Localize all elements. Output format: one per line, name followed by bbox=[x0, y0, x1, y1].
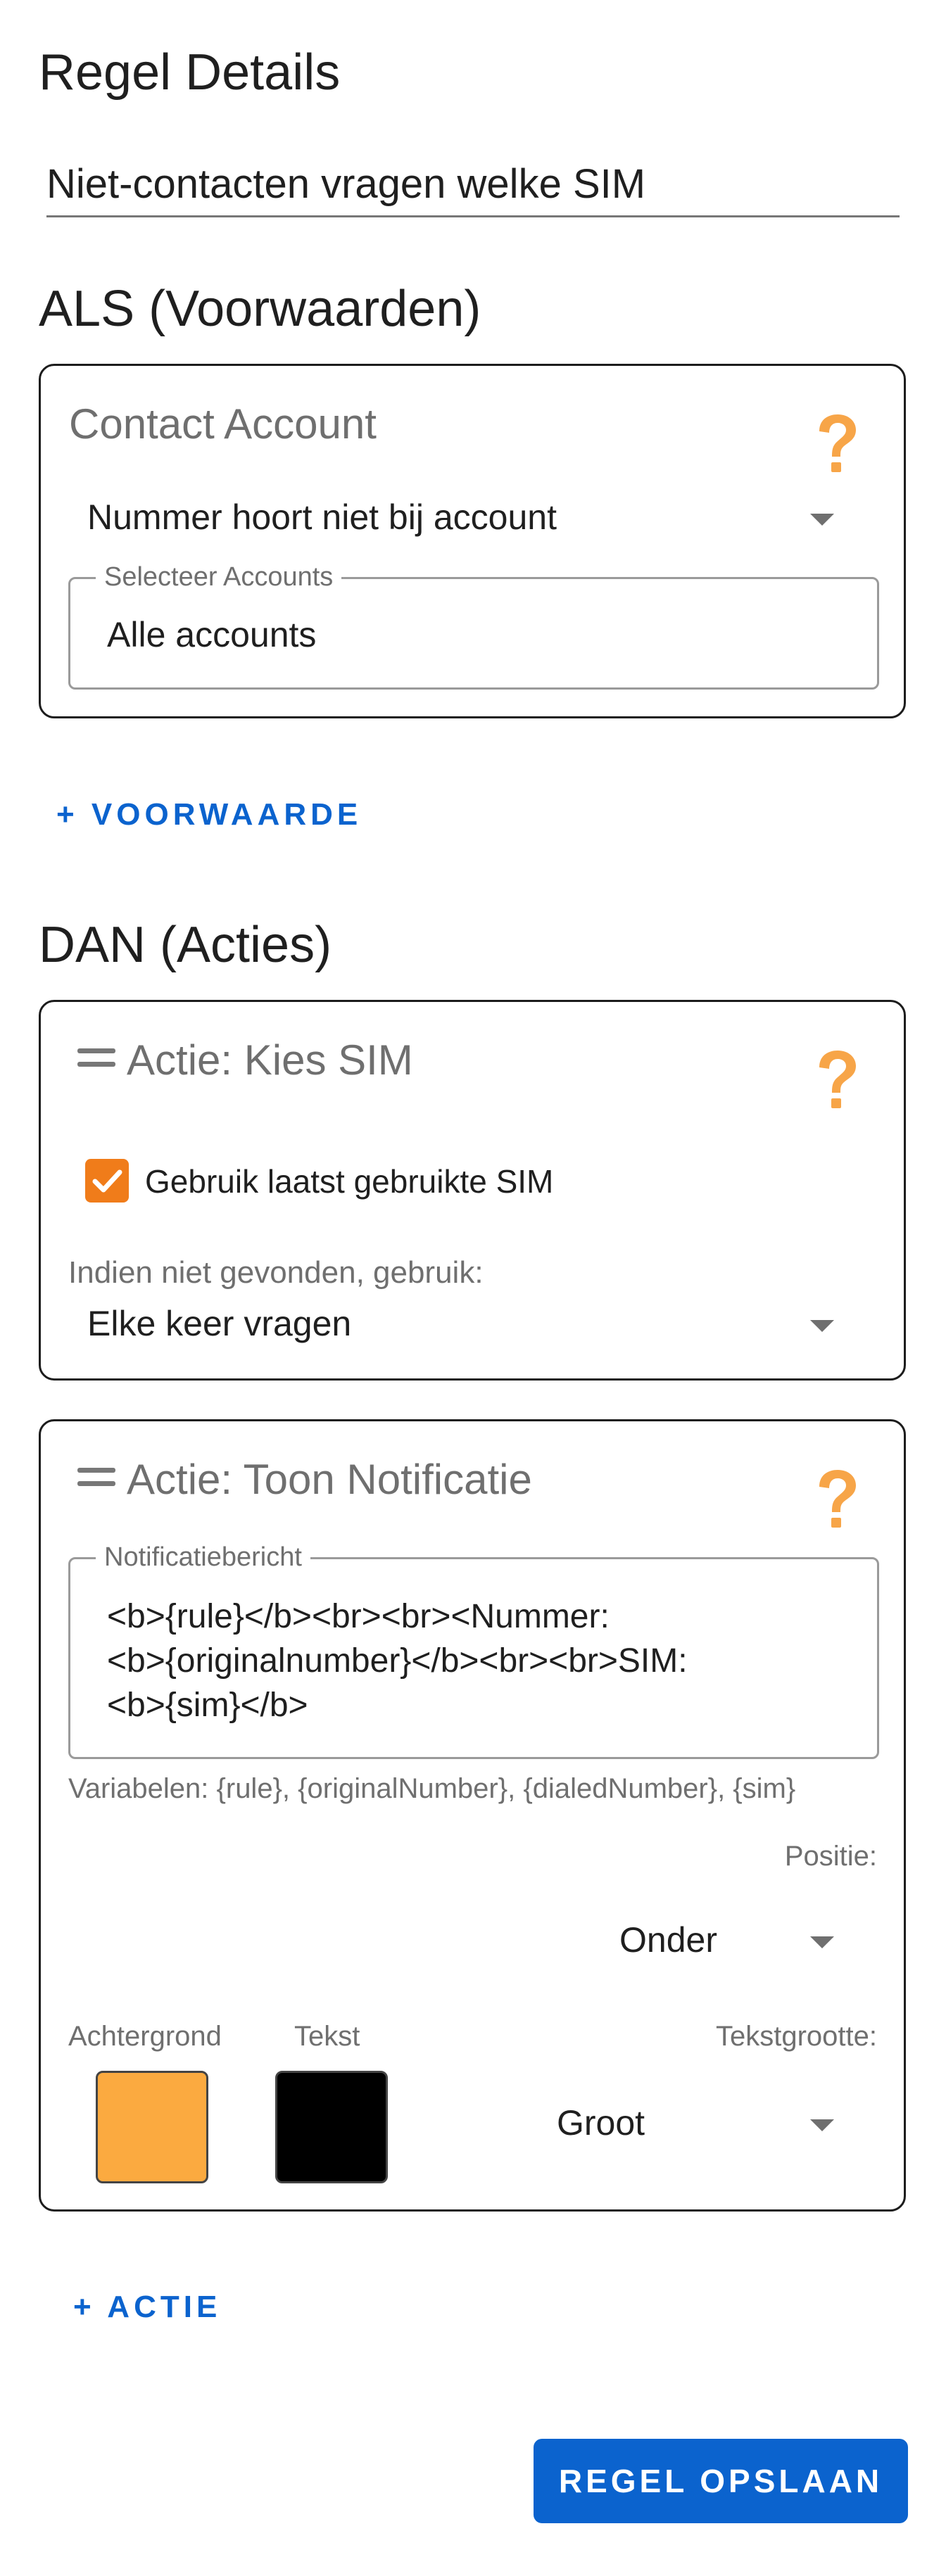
notification-message-textarea[interactable]: Notificatiebericht <b>{rule}</b><br><br>… bbox=[68, 1542, 879, 1759]
page-title: Regel Details bbox=[39, 44, 341, 101]
background-color-swatch[interactable] bbox=[96, 2071, 208, 2183]
message-line: <b>{rule}</b><br><br><Nummer: bbox=[107, 1598, 610, 1635]
text-size-label: Tekstgrootte: bbox=[715, 2021, 877, 2052]
position-label: Positie: bbox=[784, 1841, 877, 1872]
question-mark-icon[interactable] bbox=[812, 1049, 862, 1112]
text-size-value: Groot bbox=[557, 2103, 645, 2143]
add-condition-button[interactable]: + VOORWAARDE bbox=[56, 797, 362, 832]
action-card-choose-sim: Actie: Kies SIM Gebruik laatst gebruikte… bbox=[39, 1000, 906, 1381]
actions-heading: DAN (Acties) bbox=[39, 917, 332, 973]
position-value: Onder bbox=[619, 1920, 717, 1960]
question-mark-icon[interactable] bbox=[812, 1468, 862, 1532]
drag-handle-icon[interactable] bbox=[77, 1468, 115, 1495]
text-color-swatch[interactable] bbox=[275, 2071, 388, 2183]
last-used-sim-label: Gebruik laatst gebruikte SIM bbox=[145, 1163, 554, 1200]
add-action-button[interactable]: + ACTIE bbox=[73, 2290, 221, 2325]
notification-message-label: Notificatiebericht bbox=[96, 1542, 310, 1573]
text-color-label: Tekst bbox=[294, 2021, 360, 2052]
select-accounts-value: Alle accounts bbox=[107, 615, 317, 654]
variables-hint: Variabelen: {rule}, {originalNumber}, {d… bbox=[68, 1773, 796, 1804]
fallback-label: Indien niet gevonden, gebruik: bbox=[68, 1255, 484, 1290]
background-color-label: Achtergrond bbox=[68, 2021, 222, 2052]
action-card-show-notification: Actie: Toon Notificatie Notificatieberic… bbox=[39, 1419, 906, 2212]
account-match-value: Nummer hoort niet bij account bbox=[87, 497, 557, 537]
chevron-down-icon bbox=[810, 2119, 834, 2131]
select-accounts-field[interactable]: Selecteer Accounts Alle accounts bbox=[68, 562, 879, 690]
fallback-value: Elke keer vragen bbox=[87, 1304, 352, 1343]
action-title: Actie: Toon Notificatie bbox=[127, 1456, 532, 1503]
save-rule-label: REGEL OPSLAAN bbox=[558, 2463, 883, 2499]
condition-card-contact-account: Contact Account Nummer hoort niet bij ac… bbox=[39, 364, 906, 718]
chevron-down-icon bbox=[810, 514, 834, 526]
question-mark-icon[interactable] bbox=[812, 413, 862, 476]
conditions-heading: ALS (Voorwaarden) bbox=[39, 281, 481, 337]
action-title: Actie: Kies SIM bbox=[127, 1036, 413, 1084]
rule-name-input[interactable]: Niet-contacten vragen welke SIM bbox=[46, 156, 900, 217]
checkbox-checked-icon[interactable] bbox=[85, 1159, 129, 1203]
condition-title: Contact Account bbox=[69, 400, 377, 448]
chevron-down-icon bbox=[810, 1936, 834, 1948]
save-rule-button[interactable]: REGEL OPSLAAN bbox=[534, 2439, 908, 2523]
message-line: <b>{originalnumber}</b><br><br>SIM: bbox=[107, 1642, 688, 1680]
select-accounts-label: Selecteer Accounts bbox=[96, 562, 342, 592]
chevron-down-icon bbox=[810, 1320, 834, 1332]
rule-name-value: Niet-contacten vragen welke SIM bbox=[46, 161, 646, 207]
message-line: <b>{sim}</b> bbox=[107, 1687, 308, 1724]
drag-handle-icon[interactable] bbox=[77, 1048, 115, 1075]
